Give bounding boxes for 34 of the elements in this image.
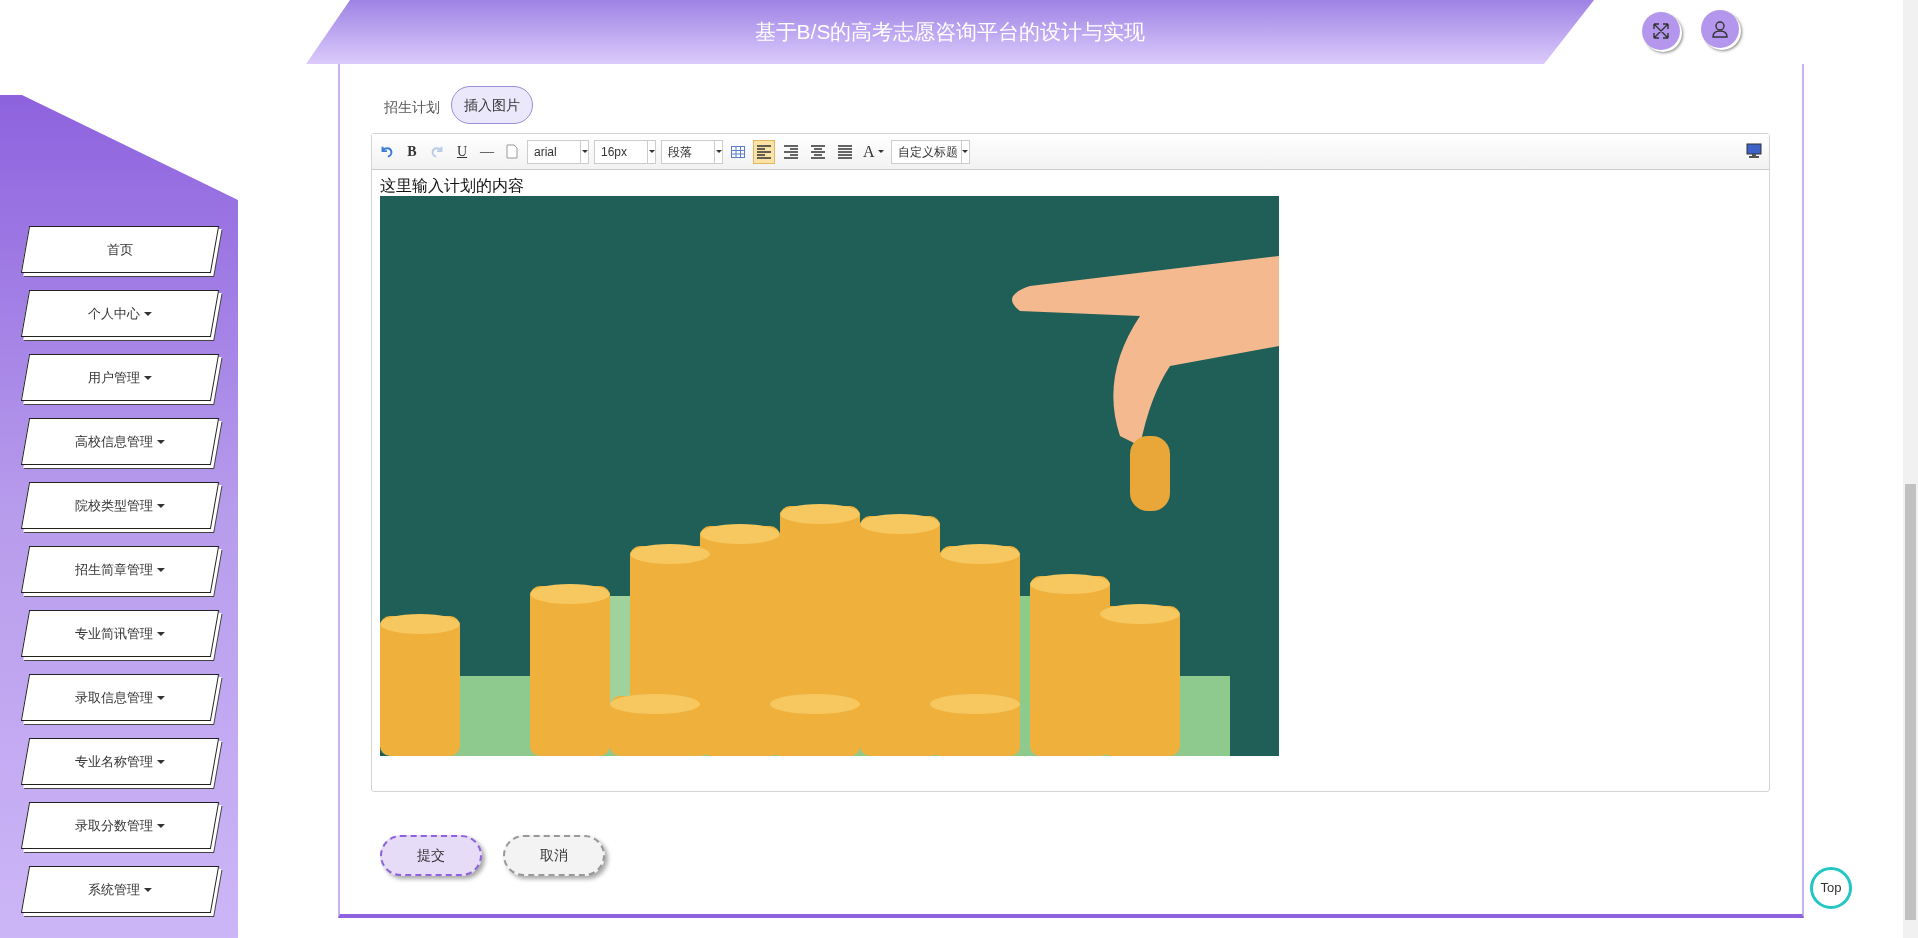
align-icon bbox=[783, 144, 799, 159]
dropdown-select[interactable]: arial bbox=[527, 139, 589, 164]
align-icon bbox=[756, 144, 772, 159]
caret-icon bbox=[715, 150, 722, 153]
insert-image-button[interactable]: 插入图片 bbox=[451, 86, 533, 124]
caret-icon bbox=[962, 150, 969, 153]
table-icon bbox=[731, 145, 745, 158]
cancel-button[interactable]: 取消 bbox=[503, 835, 605, 876]
dropdown-select[interactable]: 16px bbox=[594, 139, 656, 164]
preview-button[interactable] bbox=[1745, 142, 1763, 160]
monitor-icon bbox=[1745, 142, 1763, 160]
fullscreen-button[interactable] bbox=[1642, 12, 1680, 50]
font-color-button[interactable]: A bbox=[861, 141, 886, 162]
user-button[interactable] bbox=[1701, 10, 1739, 48]
caret-icon bbox=[648, 150, 655, 153]
align-icon bbox=[837, 144, 853, 159]
underline-button[interactable]: U bbox=[452, 141, 472, 162]
dropdown-select[interactable]: 自定义标题 bbox=[890, 139, 970, 164]
caret-icon bbox=[581, 150, 588, 153]
expand-icon bbox=[1652, 22, 1670, 40]
field-label: 招生计划 bbox=[384, 98, 440, 117]
bold-button[interactable]: B bbox=[402, 141, 422, 162]
dropdown-select[interactable]: 段落 bbox=[661, 139, 723, 164]
scrollbar[interactable] bbox=[1903, 0, 1918, 938]
align-left-button[interactable] bbox=[753, 139, 775, 164]
caret-icon bbox=[877, 150, 884, 153]
page-icon bbox=[506, 144, 518, 159]
horizontal-rule-button[interactable]: — bbox=[477, 141, 497, 162]
back-to-top-button[interactable]: Top bbox=[1810, 867, 1852, 909]
content-text: 这里输入计划的内容 bbox=[380, 176, 525, 196]
user-icon bbox=[1711, 20, 1729, 38]
submit-button[interactable]: 提交 bbox=[380, 835, 482, 876]
align-icon bbox=[810, 144, 826, 159]
page-title: 基于B/S的高考志愿咨询平台的设计与实现 bbox=[754, 19, 1146, 46]
